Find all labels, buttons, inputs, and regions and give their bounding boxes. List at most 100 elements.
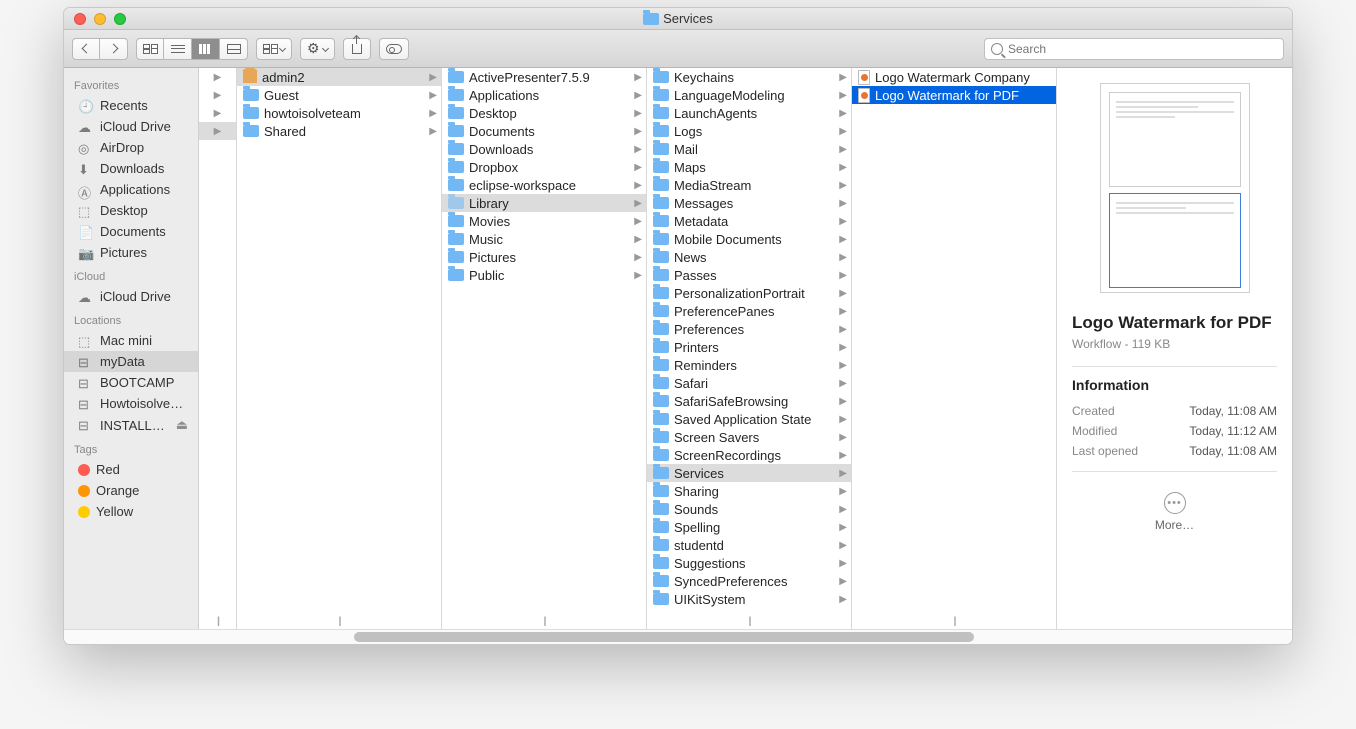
file-row[interactable]: Reminders▶ [647, 356, 851, 374]
sidebar-item-desktop[interactable]: ⬚Desktop [64, 200, 198, 221]
column-3[interactable]: Keychains▶LanguageModeling▶LaunchAgents▶… [647, 68, 852, 629]
column-resize-handle[interactable]: || [748, 616, 749, 627]
file-row[interactable]: Messages▶ [647, 194, 851, 212]
search-input[interactable] [1008, 42, 1277, 56]
file-row[interactable]: UIKitSystem▶ [647, 590, 851, 608]
file-row[interactable]: Logs▶ [647, 122, 851, 140]
file-row[interactable]: SafariSafeBrowsing▶ [647, 392, 851, 410]
eject-icon[interactable]: ⏏ [176, 417, 188, 433]
file-row[interactable]: Library▶ [442, 194, 646, 212]
more-button[interactable]: ••• More… [1072, 492, 1277, 532]
file-row[interactable]: SyncedPreferences▶ [647, 572, 851, 590]
file-row[interactable]: Maps▶ [647, 158, 851, 176]
file-row[interactable]: Public▶ [442, 266, 646, 284]
file-row[interactable]: Downloads▶ [442, 140, 646, 158]
file-row[interactable]: News▶ [647, 248, 851, 266]
column-resize-handle[interactable]: || [338, 616, 339, 627]
file-row[interactable]: PreferencePanes▶ [647, 302, 851, 320]
file-row[interactable]: Services▶ [647, 464, 851, 482]
file-row[interactable]: Documents▶ [442, 122, 646, 140]
file-row[interactable]: studentd▶ [647, 536, 851, 554]
column-resize-handle[interactable]: || [217, 616, 218, 627]
column-resize-handle[interactable]: || [953, 616, 954, 627]
view-list-button[interactable] [164, 38, 192, 60]
sidebar-item-pictures[interactable]: 📷Pictures [64, 242, 198, 263]
file-row[interactable]: Dropbox▶ [442, 158, 646, 176]
file-row[interactable]: Safari▶ [647, 374, 851, 392]
file-row[interactable]: Applications▶ [442, 86, 646, 104]
file-row[interactable]: ActivePresenter7.5.9▶ [442, 68, 646, 86]
file-row[interactable]: Spelling▶ [647, 518, 851, 536]
arrange-button[interactable] [256, 38, 292, 60]
file-row[interactable]: Logo Watermark for PDF [852, 86, 1056, 104]
file-row[interactable]: ▶ [199, 104, 236, 122]
file-row[interactable]: Pictures▶ [442, 248, 646, 266]
file-row[interactable]: howtoisolveteam▶ [237, 104, 441, 122]
search-field[interactable] [984, 38, 1284, 60]
sidebar-item-mydata[interactable]: ⊟myData [64, 351, 198, 372]
sidebar-item-howtoisolve[interactable]: ⊟Howtoisolve… [64, 393, 198, 414]
sidebar-item-iclouddrive[interactable]: ☁iCloud Drive [64, 116, 198, 137]
file-row[interactable]: Saved Application State▶ [647, 410, 851, 428]
file-row[interactable]: Passes▶ [647, 266, 851, 284]
file-row[interactable]: Shared▶ [237, 122, 441, 140]
sidebar-item-install[interactable]: ⊟INSTALL…⏏ [64, 414, 198, 436]
sidebar-item-downloads[interactable]: ⬇Downloads [64, 158, 198, 179]
file-row[interactable]: MediaStream▶ [647, 176, 851, 194]
sidebar-item-recents[interactable]: 🕘Recents [64, 95, 198, 116]
file-row[interactable]: ▶ [199, 86, 236, 104]
file-row[interactable]: Keychains▶ [647, 68, 851, 86]
file-row[interactable]: LanguageModeling▶ [647, 86, 851, 104]
file-row[interactable]: Printers▶ [647, 338, 851, 356]
file-row[interactable]: ▶ [199, 68, 236, 86]
sidebar-item-iclouddrive[interactable]: ☁iCloud Drive [64, 286, 198, 307]
share-button[interactable] [343, 38, 371, 60]
sidebar[interactable]: Favorites🕘Recents☁iCloud Drive◎AirDrop⬇D… [64, 68, 199, 629]
column-4[interactable]: Logo Watermark CompanyLogo Watermark for… [852, 68, 1057, 629]
column-1[interactable]: admin2▶Guest▶howtoisolveteam▶Shared▶ || [237, 68, 442, 629]
action-button[interactable]: ⚙ [300, 38, 335, 60]
sidebar-item-macmini[interactable]: ⬚Mac mini [64, 330, 198, 351]
preview-thumbnail[interactable] [1100, 83, 1250, 293]
file-row[interactable]: Music▶ [442, 230, 646, 248]
file-row[interactable]: LaunchAgents▶ [647, 104, 851, 122]
sidebar-item-orange[interactable]: Orange [64, 480, 198, 501]
file-row[interactable]: Desktop▶ [442, 104, 646, 122]
sidebar-item-applications[interactable]: ⒶApplications [64, 179, 198, 200]
file-row[interactable]: PersonalizationPortrait▶ [647, 284, 851, 302]
column-0[interactable]: ▶▶▶▶|| [199, 68, 237, 629]
file-row[interactable]: Logo Watermark Company [852, 68, 1056, 86]
file-row[interactable]: Guest▶ [237, 86, 441, 104]
file-row[interactable]: Preferences▶ [647, 320, 851, 338]
file-row[interactable]: Suggestions▶ [647, 554, 851, 572]
scroll-thumb[interactable] [354, 632, 974, 642]
sidebar-item-bootcamp[interactable]: ⊟BOOTCAMP [64, 372, 198, 393]
sidebar-item-airdrop[interactable]: ◎AirDrop [64, 137, 198, 158]
file-row[interactable]: Mail▶ [647, 140, 851, 158]
file-row[interactable]: Movies▶ [442, 212, 646, 230]
titlebar[interactable]: Services [64, 8, 1292, 30]
view-gallery-button[interactable] [220, 38, 248, 60]
file-row[interactable]: Sounds▶ [647, 500, 851, 518]
forward-button[interactable] [100, 38, 128, 60]
sidebar-item-yellow[interactable]: Yellow [64, 501, 198, 522]
file-row[interactable]: Metadata▶ [647, 212, 851, 230]
tags-button[interactable] [379, 38, 409, 60]
sidebar-item-red[interactable]: Red [64, 459, 198, 480]
file-row[interactable]: Mobile Documents▶ [647, 230, 851, 248]
file-row[interactable]: Sharing▶ [647, 482, 851, 500]
view-grid-button[interactable] [136, 38, 164, 60]
row-label: UIKitSystem [674, 592, 746, 607]
view-columns-button[interactable] [192, 38, 220, 60]
cloud-icon: ☁ [78, 290, 94, 304]
file-row[interactable]: ScreenRecordings▶ [647, 446, 851, 464]
file-row[interactable]: eclipse-workspace▶ [442, 176, 646, 194]
horizontal-scrollbar[interactable] [64, 629, 1292, 644]
column-resize-handle[interactable]: || [543, 616, 544, 627]
file-row[interactable]: Screen Savers▶ [647, 428, 851, 446]
file-row[interactable]: admin2▶ [237, 68, 441, 86]
file-row[interactable]: ▶ [199, 122, 236, 140]
column-2[interactable]: ActivePresenter7.5.9▶Applications▶Deskto… [442, 68, 647, 629]
sidebar-item-documents[interactable]: 📄Documents [64, 221, 198, 242]
back-button[interactable] [72, 38, 100, 60]
